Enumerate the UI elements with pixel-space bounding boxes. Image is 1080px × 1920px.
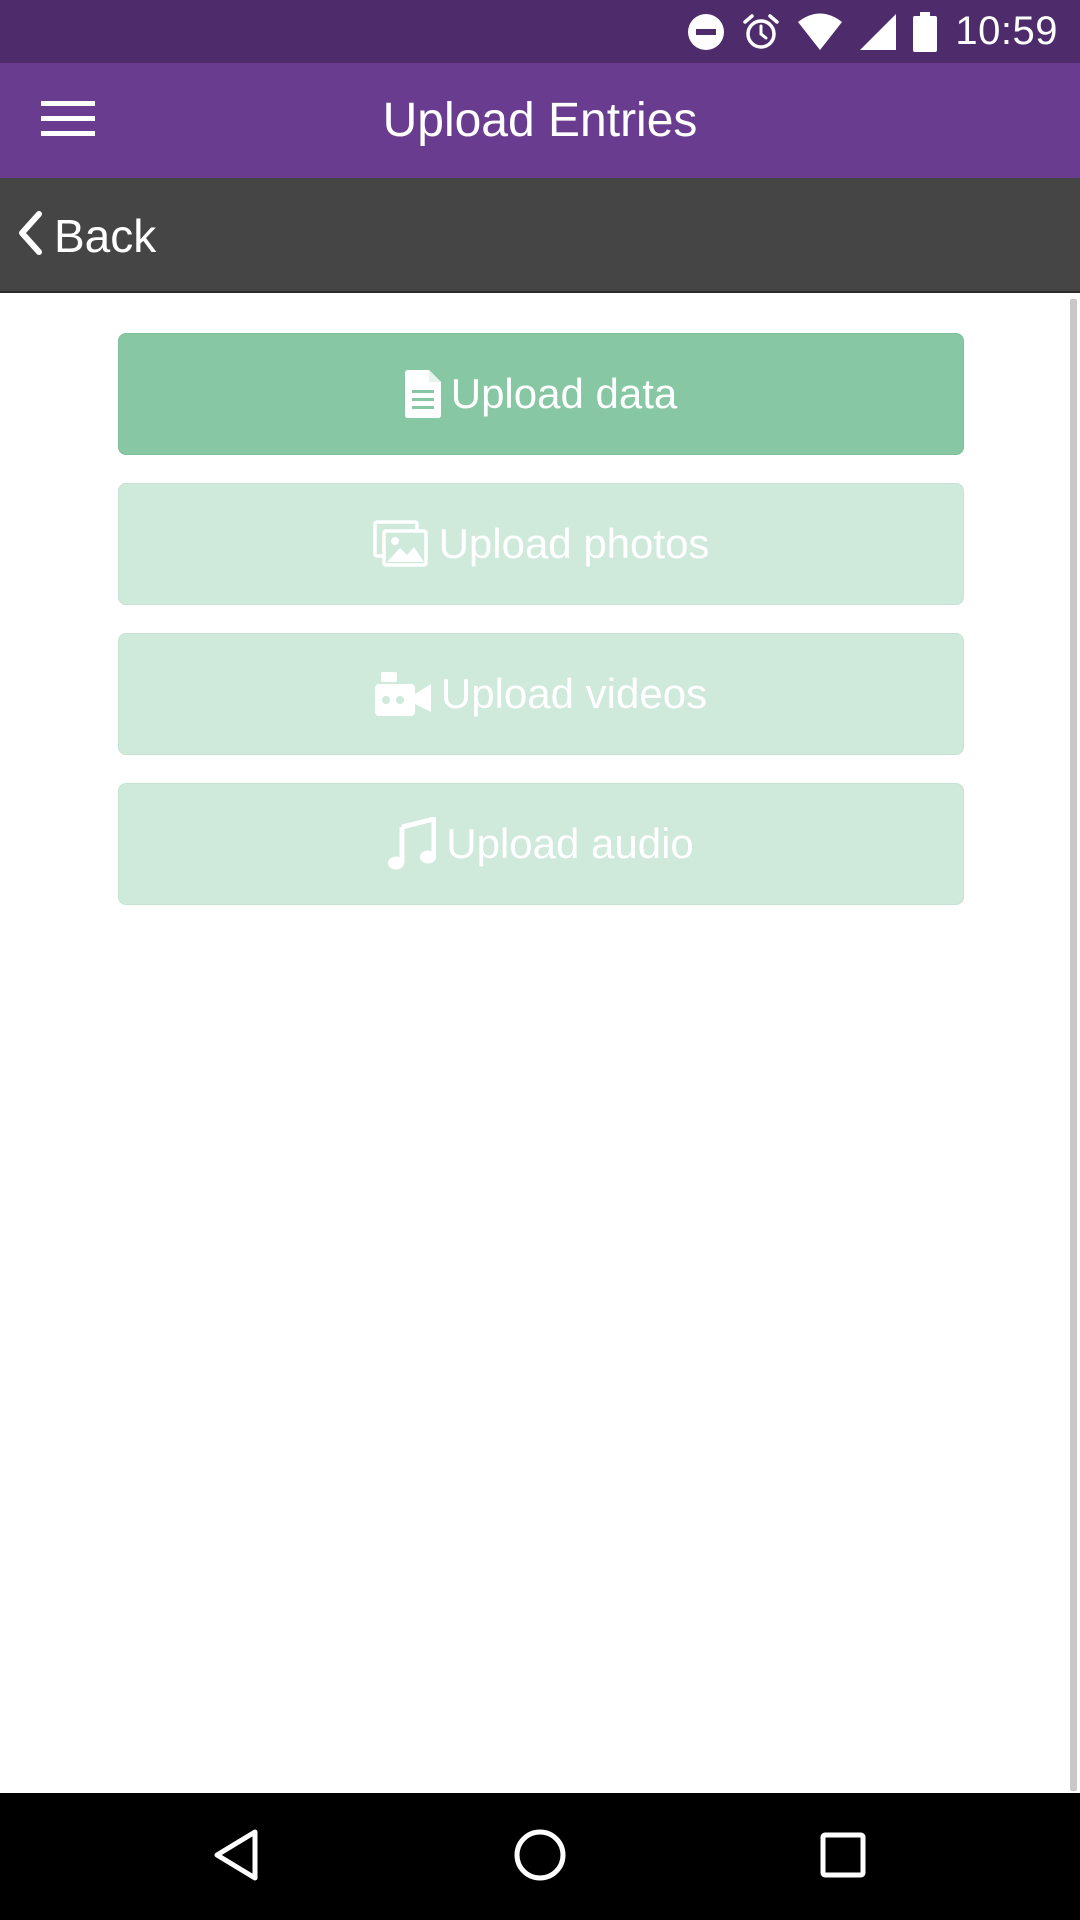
nav-bar: Back — [0, 178, 1080, 293]
document-icon — [404, 370, 441, 418]
system-back-button[interactable] — [186, 1813, 286, 1901]
upload-photos-label: Upload photos — [438, 520, 710, 567]
status-time: 10:59 — [955, 9, 1058, 53]
upload-data-label: Upload data — [450, 370, 678, 417]
upload-videos-button[interactable]: Upload videos — [118, 633, 964, 755]
photos-icon — [372, 520, 429, 568]
back-triangle-icon — [212, 1828, 260, 1887]
system-home-button[interactable] — [490, 1813, 590, 1901]
upload-videos-label: Upload videos — [440, 670, 708, 717]
home-circle-icon — [513, 1828, 567, 1887]
scrollbar-thumb[interactable] — [1070, 299, 1077, 1791]
back-label: Back — [54, 209, 157, 262]
alarm-icon — [741, 12, 781, 52]
battery-icon — [913, 11, 938, 52]
app-bar: Upload Entries — [0, 63, 1080, 178]
back-button[interactable]: Back — [16, 178, 156, 293]
wifi-icon — [797, 13, 843, 51]
upload-data-button[interactable]: Upload data — [118, 333, 964, 455]
upload-photos-button[interactable]: Upload photos — [118, 483, 964, 605]
system-recents-button[interactable] — [793, 1813, 893, 1901]
do-not-disturb-icon — [687, 13, 725, 51]
scrollbar[interactable] — [1068, 295, 1080, 1793]
cell-signal-icon — [859, 13, 897, 51]
page-title: Upload Entries — [382, 94, 698, 147]
status-bar: 10:59 — [0, 0, 1080, 63]
video-camera-icon — [374, 672, 431, 716]
recents-square-icon — [819, 1831, 867, 1884]
chevron-left-icon — [16, 211, 44, 260]
content-area: Upload data Upload photos Upload videos — [0, 295, 1080, 1793]
hamburger-menu-icon — [41, 99, 95, 144]
upload-audio-button[interactable]: Upload audio — [118, 783, 964, 905]
status-icons: 10:59 — [671, 0, 1058, 63]
music-note-icon — [388, 817, 437, 871]
system-nav-bar — [0, 1793, 1080, 1920]
menu-button[interactable] — [30, 91, 106, 151]
upload-audio-label: Upload audio — [446, 820, 694, 867]
